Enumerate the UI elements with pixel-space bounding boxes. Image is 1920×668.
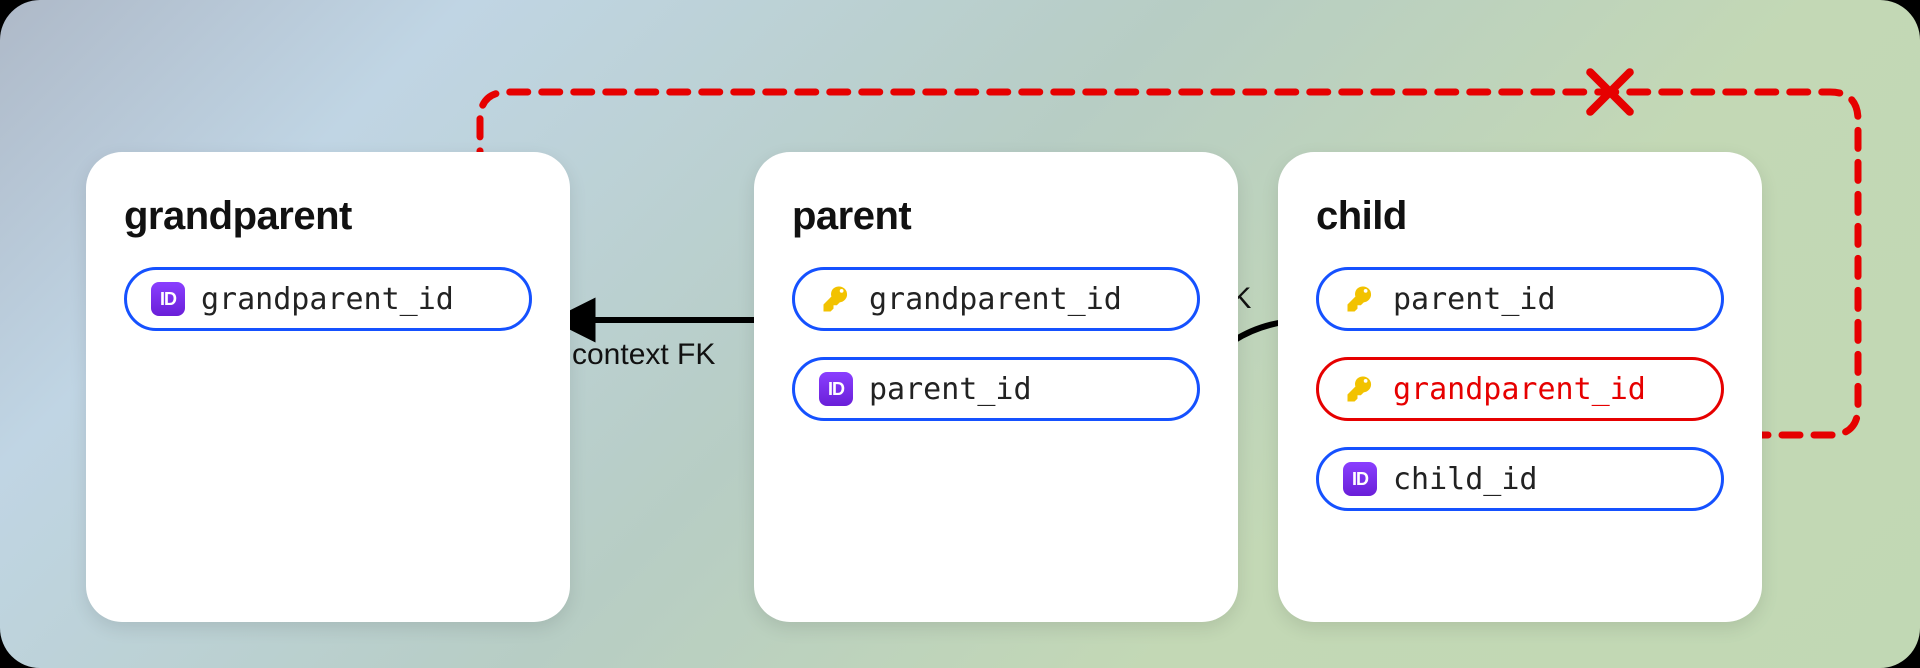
field-parent-id: ID parent_id	[792, 357, 1200, 421]
card-title-child: child	[1316, 194, 1724, 239]
key-icon	[819, 282, 853, 316]
field-label: grandparent_id	[1393, 372, 1646, 407]
field-label: parent_id	[869, 372, 1032, 407]
key-icon	[1343, 282, 1377, 316]
field-label: grandparent_id	[869, 282, 1122, 317]
card-grandparent: grandparent ID grandparent_id	[86, 152, 570, 622]
card-title-parent: parent	[792, 194, 1200, 239]
field-label: grandparent_id	[201, 282, 454, 317]
field-child-id: ID child_id	[1316, 447, 1724, 511]
invalid-cross-icon	[1582, 64, 1638, 120]
field-label: parent_id	[1393, 282, 1556, 317]
card-parent: parent grandparent_id ID parent_id	[754, 152, 1238, 622]
edge-label-parent-grandparent: context FK	[572, 338, 715, 372]
id-icon: ID	[1343, 462, 1377, 496]
id-icon: ID	[819, 372, 853, 406]
card-child: child parent_id grandparent_id ID child_…	[1278, 152, 1762, 622]
key-icon	[1343, 372, 1377, 406]
diagram-canvas: context FK context FK grandparent ID gra…	[0, 0, 1920, 668]
field-grandparent-id: ID grandparent_id	[124, 267, 532, 331]
id-icon: ID	[151, 282, 185, 316]
card-title-grandparent: grandparent	[124, 194, 532, 239]
field-child-fk-grandparent-invalid: grandparent_id	[1316, 357, 1724, 421]
field-parent-fk-grandparent: grandparent_id	[792, 267, 1200, 331]
field-child-fk-parent: parent_id	[1316, 267, 1724, 331]
field-label: child_id	[1393, 462, 1538, 497]
